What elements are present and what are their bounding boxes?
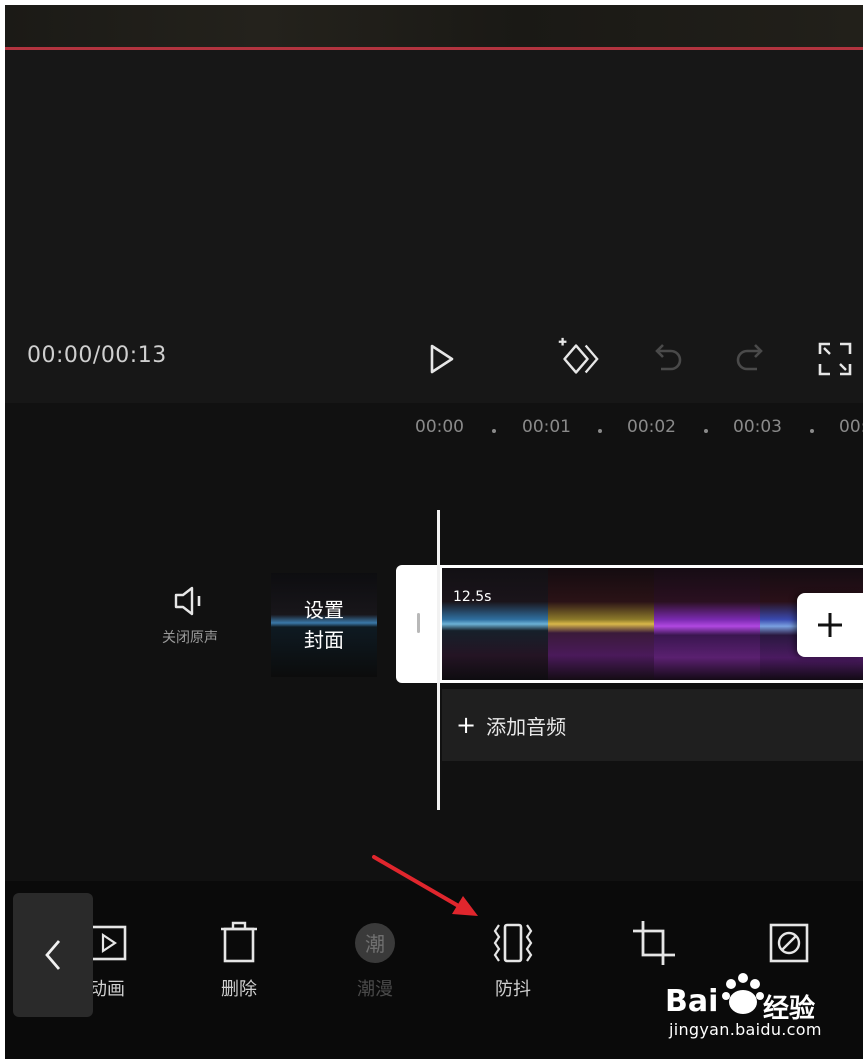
paw-icon — [722, 973, 764, 1014]
baidu-watermark: Bai 经验 jingyan.baidu.com — [655, 962, 861, 1052]
watermark-url: jingyan.baidu.com — [669, 1020, 822, 1039]
watermark-brand: Bai — [665, 984, 719, 1019]
annotation-arrow — [372, 855, 478, 916]
